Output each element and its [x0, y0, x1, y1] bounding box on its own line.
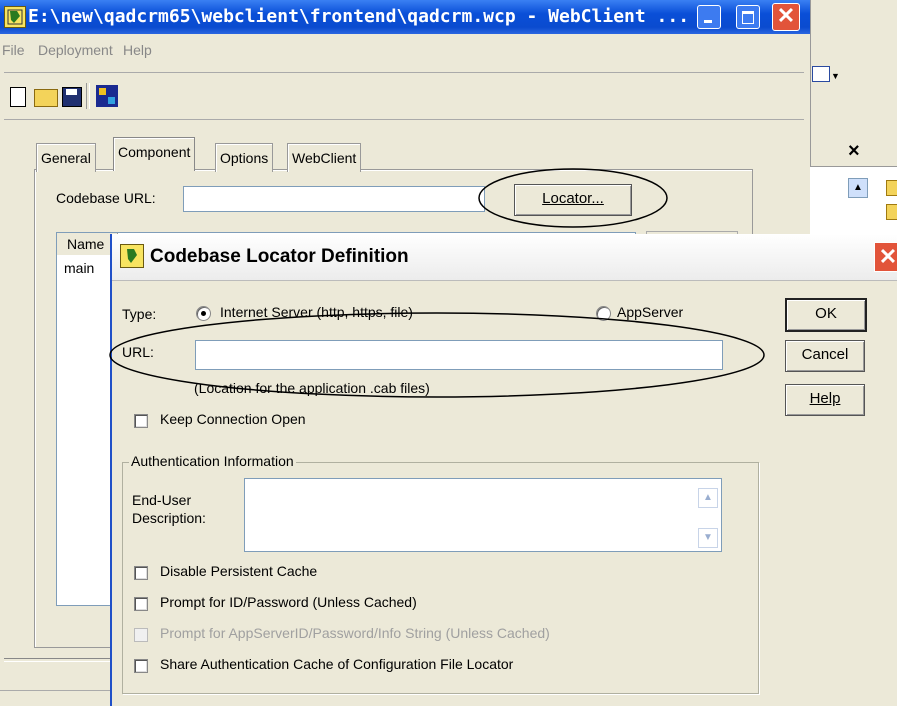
end-user-label: End-User [132, 492, 192, 508]
disable-cache-checkbox[interactable] [134, 566, 148, 580]
url-highlight-ellipse [109, 312, 765, 398]
locator-highlight-ellipse [478, 168, 668, 228]
side-folder-icon [886, 180, 897, 196]
side-scroll-up-icon[interactable]: ▲ [848, 178, 868, 198]
list-column-header[interactable]: Name [57, 233, 118, 255]
share-cache-label: Share Authentication Cache of Configurat… [160, 656, 514, 672]
ok-button[interactable]: OK [785, 298, 867, 332]
keep-connection-label: Keep Connection Open [160, 411, 306, 427]
textarea-scroll-up-icon[interactable]: ▲ [698, 488, 718, 508]
side-panel-close-icon[interactable]: × [848, 140, 860, 163]
menu-help[interactable]: Help [123, 42, 152, 58]
menu-deployment[interactable]: Deployment [38, 42, 113, 58]
prompt-appserver-label: Prompt for AppServerID/Password/Info Str… [160, 625, 550, 641]
prompt-id-checkbox[interactable] [134, 597, 148, 611]
list-item[interactable]: main [64, 260, 94, 276]
dialog-app-icon [120, 244, 144, 268]
tab-webclient[interactable]: WebClient [287, 143, 362, 172]
codebase-url-label: Codebase URL: [56, 190, 156, 206]
tab-options[interactable]: Options [215, 143, 274, 172]
disable-cache-label: Disable Persistent Cache [160, 563, 318, 579]
main-window-title: E:\new\qadcrm65\webclient\frontend\qadcr… [28, 6, 690, 27]
minimize-button[interactable] [697, 5, 721, 29]
status-bar [0, 690, 115, 707]
tab-component[interactable]: Component [113, 137, 196, 171]
textarea-scroll-down-icon[interactable]: ▼ [698, 528, 718, 548]
maximize-button[interactable] [736, 5, 760, 29]
dialog-close-button[interactable]: ✕ [874, 242, 897, 272]
list-header-name: Name [67, 236, 105, 252]
keep-connection-checkbox[interactable] [134, 414, 148, 428]
menu-file[interactable]: File [2, 42, 25, 58]
dialog-title-bar[interactable]: Codebase Locator Definition ✕ [112, 234, 897, 281]
help-button-label: Help [809, 390, 841, 407]
save-icon[interactable] [62, 87, 82, 107]
side-folder-icon [886, 204, 897, 220]
main-title-bar[interactable]: E:\new\qadcrm65\webclient\frontend\qadcr… [0, 0, 810, 34]
auth-group-title: Authentication Information [129, 453, 296, 469]
share-cache-checkbox[interactable] [134, 659, 148, 673]
end-user-description-textarea[interactable] [244, 478, 722, 552]
codebase-url-input[interactable] [183, 186, 485, 212]
app-icon [4, 6, 26, 28]
view-options-icon[interactable]: ▼ [812, 64, 842, 84]
prompt-id-label: Prompt for ID/Password (Unless Cached) [160, 594, 417, 610]
end-user-label-description: Description: [132, 510, 206, 526]
open-folder-icon[interactable] [34, 89, 58, 107]
tab-general[interactable]: General [36, 143, 96, 172]
cancel-button[interactable]: Cancel [785, 340, 865, 372]
toolbar-separator [86, 83, 90, 109]
new-file-icon[interactable] [10, 87, 26, 107]
main-bottom-divider [4, 658, 114, 662]
close-button[interactable]: ✕ [772, 3, 800, 31]
toolbar [4, 72, 804, 120]
help-button[interactable]: Help [785, 384, 865, 416]
deploy-icon[interactable] [96, 85, 118, 107]
prompt-appserver-checkbox [134, 628, 148, 642]
dialog-title: Codebase Locator Definition [150, 246, 409, 267]
